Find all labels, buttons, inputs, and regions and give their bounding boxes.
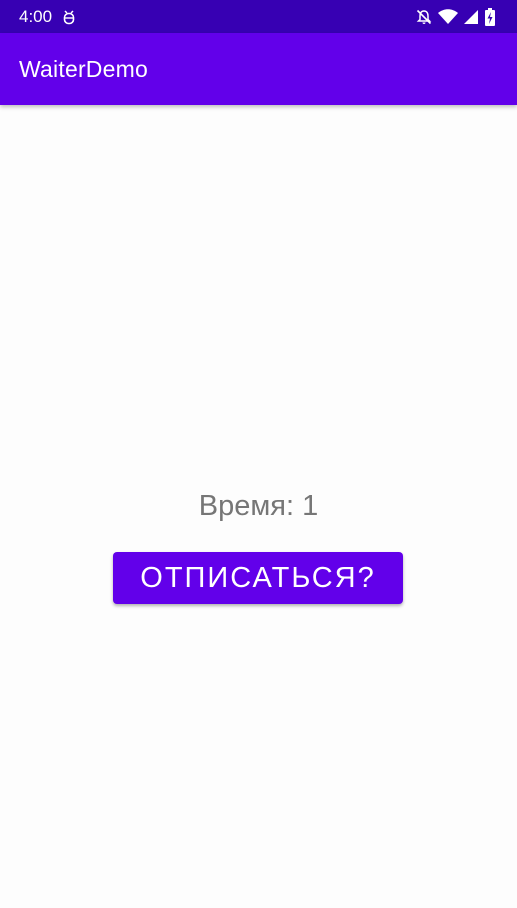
wifi-icon [438,8,458,25]
main-content: Время: 1 ОТПИСАТЬСЯ? [0,105,517,908]
time-label: Время: 1 [198,490,319,522]
cell-signal-icon [464,9,479,25]
status-bar: 4:00 [0,0,517,33]
battery-charging-icon [485,7,495,26]
status-left: 4:00 [19,7,76,27]
app-title: WaiterDemo [19,55,148,82]
status-time: 4:00 [19,6,53,26]
unsubscribe-button[interactable]: ОТПИСАТЬСЯ? [113,552,403,604]
status-right [416,7,495,26]
debug-icon [62,9,76,25]
app-bar: WaiterDemo [0,33,517,105]
notifications-off-icon [416,9,432,25]
